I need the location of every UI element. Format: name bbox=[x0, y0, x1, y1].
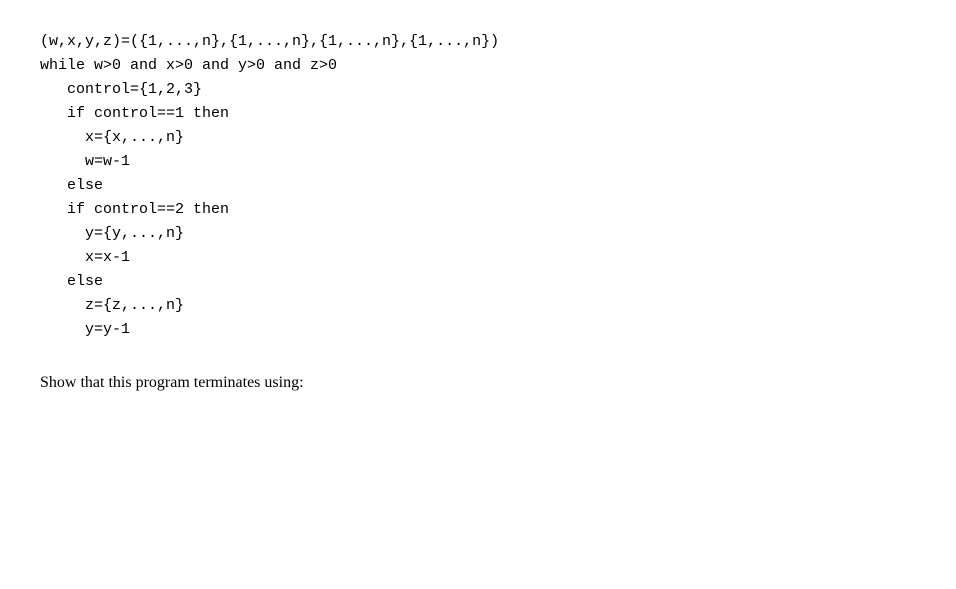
show-that-text: Show that this program terminates using: bbox=[40, 370, 916, 396]
code-line-1: (w,x,y,z)=({1,...,n},{1,...,n},{1,...,n}… bbox=[40, 30, 916, 54]
code-line-6: w=w-1 bbox=[40, 150, 916, 174]
code-line-7: else bbox=[40, 174, 916, 198]
code-line-2: while w>0 and x>0 and y>0 and z>0 bbox=[40, 54, 916, 78]
code-line-10: x=x-1 bbox=[40, 246, 916, 270]
code-line-5: x={x,...,n} bbox=[40, 126, 916, 150]
code-line-11: else bbox=[40, 270, 916, 294]
code-line-12: z={z,...,n} bbox=[40, 294, 916, 318]
code-line-13: y=y-1 bbox=[40, 318, 916, 342]
code-line-3: control={1,2,3} bbox=[40, 78, 916, 102]
code-block: (w,x,y,z)=({1,...,n},{1,...,n},{1,...,n}… bbox=[40, 30, 916, 342]
code-line-9: y={y,...,n} bbox=[40, 222, 916, 246]
code-line-4: if control==1 then bbox=[40, 102, 916, 126]
code-line-8: if control==2 then bbox=[40, 198, 916, 222]
